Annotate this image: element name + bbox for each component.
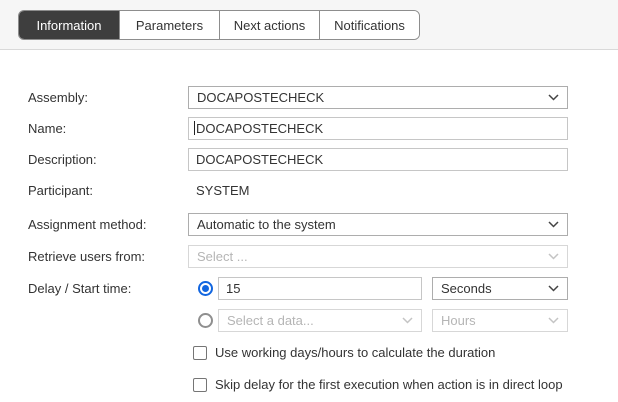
name-input[interactable] xyxy=(188,117,568,140)
name-label: Name: xyxy=(28,121,193,137)
skip-delay-checkbox[interactable] xyxy=(193,378,207,392)
delay-data-unit-value: Hours xyxy=(441,313,476,328)
skip-delay-checkbox-row: Skip delay for the first execution when … xyxy=(193,377,563,392)
action-settings-panel: Information Parameters Next actions Noti… xyxy=(0,0,618,402)
text-caret xyxy=(194,121,195,135)
chevron-down-icon xyxy=(548,285,559,292)
chevron-down-icon xyxy=(548,253,559,260)
chevron-down-icon xyxy=(548,221,559,228)
working-days-checkbox[interactable] xyxy=(193,346,207,360)
working-days-checkbox-label: Use working days/hours to calculate the … xyxy=(215,345,495,360)
tab-parameters[interactable]: Parameters xyxy=(119,11,219,39)
delay-duration-unit-value: Seconds xyxy=(441,281,492,296)
delay-data-placeholder: Select a data... xyxy=(227,313,314,328)
delay-data-select: Select a data... xyxy=(218,309,422,332)
delay-duration-unit-select[interactable]: Seconds xyxy=(432,277,568,300)
skip-delay-checkbox-label: Skip delay for the first execution when … xyxy=(215,377,563,392)
chevron-down-icon xyxy=(548,94,559,101)
description-label: Description: xyxy=(28,152,193,168)
assignment-method-label: Assignment method: xyxy=(28,217,193,233)
assignment-method-selected-value: Automatic to the system xyxy=(197,217,336,232)
delay-start-time-label: Delay / Start time: xyxy=(28,281,193,297)
retrieve-users-from-label: Retrieve users from: xyxy=(28,249,193,265)
assembly-select[interactable]: DOCAPOSTECHECK xyxy=(188,86,568,109)
delay-data-unit-select: Hours xyxy=(432,309,568,332)
tab-notifications[interactable]: Notifications xyxy=(319,11,419,39)
working-days-checkbox-row: Use working days/hours to calculate the … xyxy=(193,345,495,360)
assignment-method-select[interactable]: Automatic to the system xyxy=(188,213,568,236)
participant-label: Participant: xyxy=(28,183,193,199)
tab-bar: Information Parameters Next actions Noti… xyxy=(18,10,420,40)
delay-data-radio[interactable] xyxy=(198,313,213,328)
delay-duration-input[interactable] xyxy=(218,277,422,300)
chevron-down-icon xyxy=(402,317,413,324)
assembly-selected-value: DOCAPOSTECHECK xyxy=(197,90,324,105)
chevron-down-icon xyxy=(548,317,559,324)
delay-duration-radio[interactable] xyxy=(198,281,213,296)
tab-next-actions[interactable]: Next actions xyxy=(219,11,319,39)
participant-value: SYSTEM xyxy=(196,183,249,199)
description-input[interactable] xyxy=(188,148,568,171)
tab-information[interactable]: Information xyxy=(19,11,119,39)
retrieve-users-from-select: Select ... xyxy=(188,245,568,268)
retrieve-users-from-placeholder: Select ... xyxy=(197,249,248,264)
assembly-label: Assembly: xyxy=(28,90,193,106)
